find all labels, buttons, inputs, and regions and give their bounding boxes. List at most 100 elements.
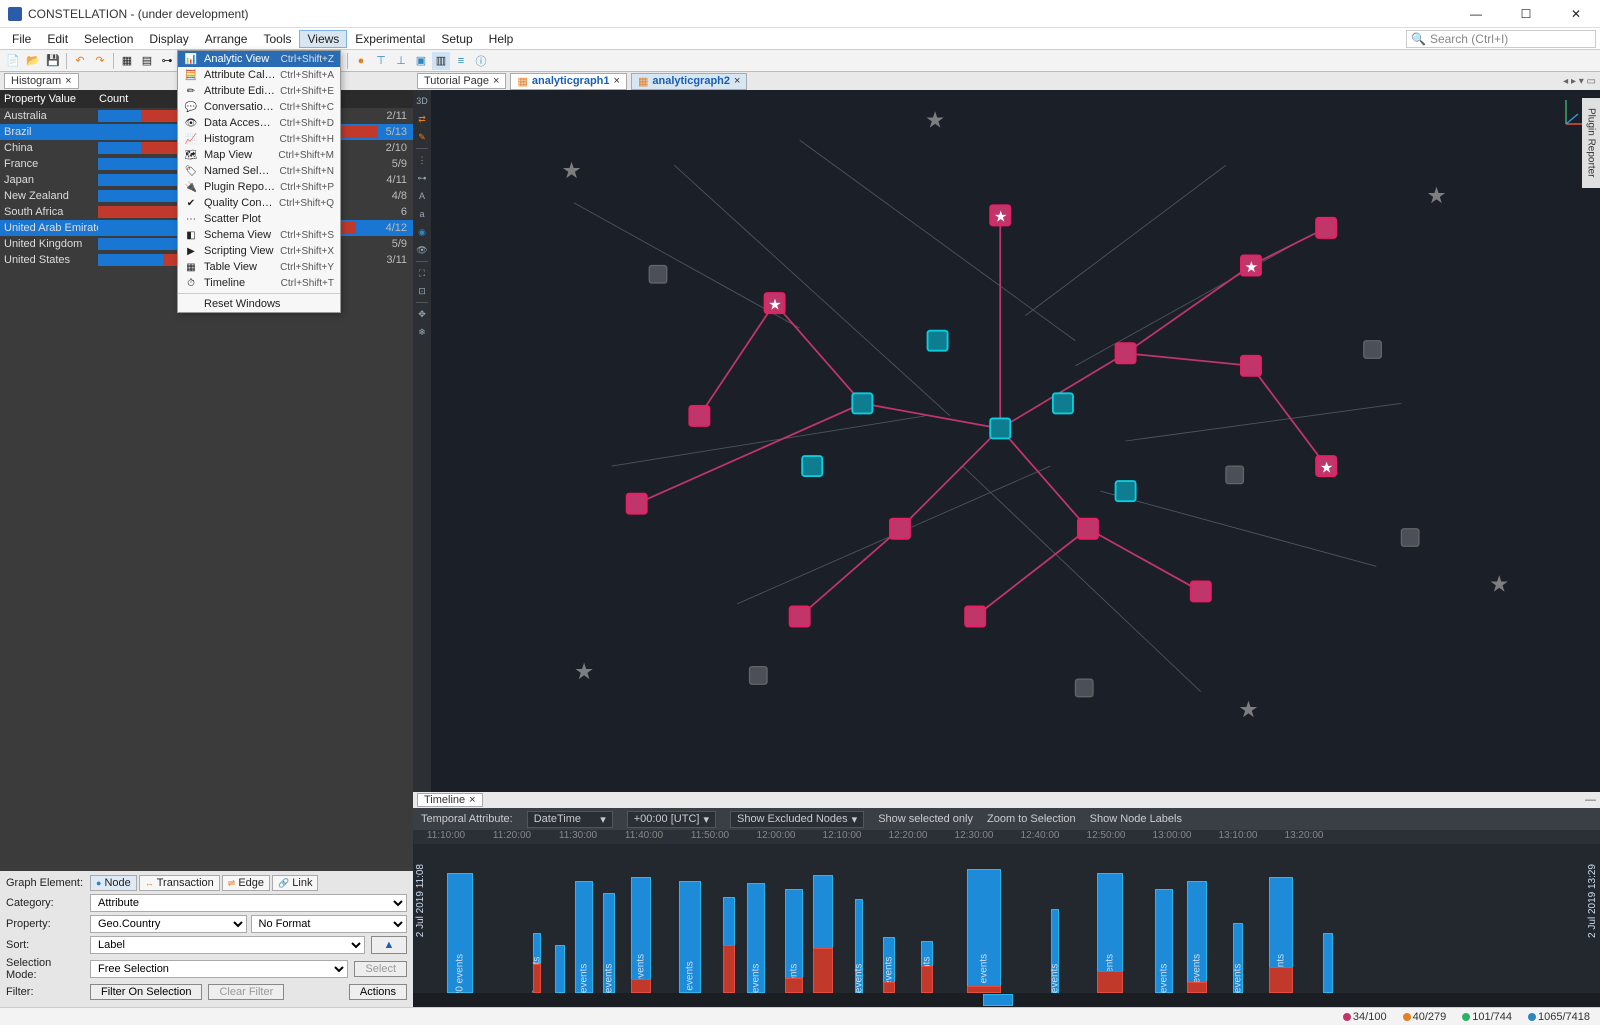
views-item-histogram[interactable]: 📈HistogramCtrl+Shift+H: [178, 131, 340, 147]
views-item-timeline[interactable]: ⏱TimelineCtrl+Shift+T: [178, 275, 340, 291]
views-item-attribute-editor[interactable]: ✏Attribute EditorCtrl+Shift+E: [178, 83, 340, 99]
visibility-icon[interactable]: 👁: [415, 243, 429, 257]
timeline-bar[interactable]: 11 events: [679, 881, 701, 993]
timeline-bar-selected[interactable]: [631, 979, 651, 993]
timeline-tab[interactable]: Timeline ×: [417, 793, 483, 807]
menu-experimental[interactable]: Experimental: [347, 30, 433, 48]
chip-transaction[interactable]: ↔Transaction: [139, 875, 220, 891]
sort-icon[interactable]: ≡: [452, 52, 470, 70]
excluded-nodes-combo[interactable]: Show Excluded Nodes▾: [730, 811, 864, 828]
menu-file[interactable]: File: [4, 30, 39, 48]
show-node-labels-button[interactable]: Show Node Labels: [1090, 813, 1182, 825]
tool1-icon[interactable]: ⊤: [372, 52, 390, 70]
menu-selection[interactable]: Selection: [76, 30, 141, 48]
views-item-named-selections[interactable]: 🏷Named SelectionsCtrl+Shift+N: [178, 163, 340, 179]
timeline-bar[interactable]: 2 events: [1233, 923, 1243, 993]
timeline-bar[interactable]: 7 events: [603, 893, 615, 993]
menu-help[interactable]: Help: [481, 30, 522, 48]
timeline-bar-selected[interactable]: [1269, 967, 1293, 993]
graph-tab-tutorial-page[interactable]: Tutorial Page×: [417, 73, 506, 89]
tool3-icon[interactable]: ▣: [412, 52, 430, 70]
timeline-bar[interactable]: 2 / 12 events: [631, 877, 651, 993]
views-item-conversation-view[interactable]: 💬Conversation ViewCtrl+Shift+C: [178, 99, 340, 115]
contract-graph-icon[interactable]: ⊡: [415, 284, 429, 298]
timeline-bar-selected[interactable]: [883, 982, 895, 993]
select-button[interactable]: Select: [354, 961, 407, 977]
timeline-bar[interactable]: 6 events: [575, 881, 593, 993]
sort-select[interactable]: Label: [90, 936, 365, 954]
selection-mode-select[interactable]: Free Selection: [90, 960, 348, 978]
actions-button[interactable]: Actions: [349, 984, 407, 1000]
views-reset-windows[interactable]: Reset Windows: [178, 296, 340, 312]
histogram-tab[interactable]: Histogram ×: [4, 73, 79, 89]
mode-3d-icon[interactable]: 3D: [415, 94, 429, 108]
draw-nodes-icon[interactable]: ✎: [415, 130, 429, 144]
timeline-bar-selected[interactable]: [785, 978, 803, 993]
timeline-bar[interactable]: 7 events: [785, 889, 803, 993]
menu-edit[interactable]: Edit: [39, 30, 76, 48]
timeline-bar[interactable]: [555, 945, 565, 993]
tree-icon[interactable]: ⊶: [158, 52, 176, 70]
col-count[interactable]: Count: [99, 93, 128, 105]
graph-tab-analyticgraph1[interactable]: ▦analyticgraph1×: [510, 73, 626, 90]
plugin-reporter-tab[interactable]: Plugin Reporter: [1582, 98, 1600, 188]
minimize-button[interactable]: —: [1460, 7, 1492, 21]
property-select[interactable]: Geo.Country: [90, 915, 247, 933]
menu-views[interactable]: Views: [299, 30, 347, 48]
timeline-bar[interactable]: 2 events: [1051, 909, 1059, 993]
timeline-bar-selected[interactable]: [723, 945, 735, 993]
views-item-quality-control-view[interactable]: ✔Quality Control ViewCtrl+Shift+Q: [178, 195, 340, 211]
timeline-bar-selected[interactable]: [1097, 971, 1123, 993]
timeline-bar[interactable]: 2 events: [855, 899, 863, 993]
connections-icon[interactable]: ⊶: [415, 171, 429, 185]
menu-display[interactable]: Display: [141, 30, 196, 48]
new-graph-icon[interactable]: 📄: [4, 52, 22, 70]
views-item-plugin-reporter[interactable]: 🔌Plugin ReporterCtrl+Shift+P: [178, 179, 340, 195]
timeline-scrollbar[interactable]: [413, 993, 1600, 1007]
save-icon[interactable]: 💾: [44, 52, 62, 70]
temporal-attribute-combo[interactable]: DateTime▾: [527, 811, 613, 828]
scroll-handle[interactable]: [983, 994, 1013, 1006]
record-icon[interactable]: ●: [352, 52, 370, 70]
redo-icon[interactable]: ↷: [91, 52, 109, 70]
views-item-attribute-calculator[interactable]: 🧮Attribute CalculatorCtrl+Shift+A: [178, 67, 340, 83]
views-item-scatter-plot[interactable]: ⋯Scatter Plot: [178, 211, 340, 227]
timeline-bar[interactable]: 1 / 22 events: [967, 869, 1001, 993]
maximize-button[interactable]: ☐: [1510, 7, 1542, 21]
timeline-bar[interactable]: [1323, 933, 1333, 993]
chip-link[interactable]: 🔗Link: [272, 875, 318, 891]
menu-tools[interactable]: Tools: [255, 30, 299, 48]
undo-icon[interactable]: ↶: [71, 52, 89, 70]
timezone-combo[interactable]: +00:00 [UTC]▾: [627, 811, 716, 828]
zoom-to-selection-button[interactable]: Zoom to Selection: [987, 813, 1076, 825]
timeline-bar-selected[interactable]: [921, 966, 933, 993]
close-icon[interactable]: ×: [734, 75, 740, 87]
timeline-bar[interactable]: 5 events: [747, 883, 765, 993]
expand-graph-icon[interactable]: ⛶: [415, 266, 429, 280]
close-icon[interactable]: ×: [469, 794, 475, 806]
close-icon[interactable]: ×: [614, 75, 620, 87]
sort-direction-button[interactable]: ▲: [371, 936, 407, 954]
timeline-bar[interactable]: 4 / 20 events: [447, 873, 473, 993]
close-button[interactable]: ✕: [1560, 7, 1592, 21]
col-property-value[interactable]: Property Value: [4, 93, 99, 105]
tool4-icon[interactable]: ▥: [432, 52, 450, 70]
timeline-bar-selected[interactable]: [813, 948, 833, 993]
chip-node[interactable]: ●Node: [90, 875, 137, 891]
node-labels-icon[interactable]: A: [415, 189, 429, 203]
category-select[interactable]: Attribute: [90, 894, 407, 912]
format-select[interactable]: No Format: [251, 915, 408, 933]
timeline-bar[interactable]: 1 / 12 events: [1187, 881, 1207, 993]
snowflake-icon[interactable]: ❄: [415, 325, 429, 339]
views-menu-dropdown[interactable]: 📊Analytic ViewCtrl+Shift+Z🧮Attribute Cal…: [177, 50, 341, 313]
ragged-icon[interactable]: ▤: [138, 52, 156, 70]
filter-on-selection-button[interactable]: Filter On Selection: [90, 984, 202, 1000]
views-item-scripting-view[interactable]: ▶Scripting ViewCtrl+Shift+X: [178, 243, 340, 259]
draw-links-icon[interactable]: ⇄: [415, 112, 429, 126]
global-search[interactable]: 🔍Search (Ctrl+I): [1406, 30, 1596, 48]
info-icon[interactable]: ⓘ: [472, 52, 490, 70]
views-item-schema-view[interactable]: ◧Schema ViewCtrl+Shift+S: [178, 227, 340, 243]
graph-canvas[interactable]: 3D ⇄ ✎ ⋮ ⊶ A a ◉ 👁 ⛶ ⊡ ✥ ❄: [413, 90, 1600, 792]
close-icon[interactable]: ×: [493, 75, 499, 87]
timeline-bar[interactable]: 7 events: [1155, 889, 1173, 993]
